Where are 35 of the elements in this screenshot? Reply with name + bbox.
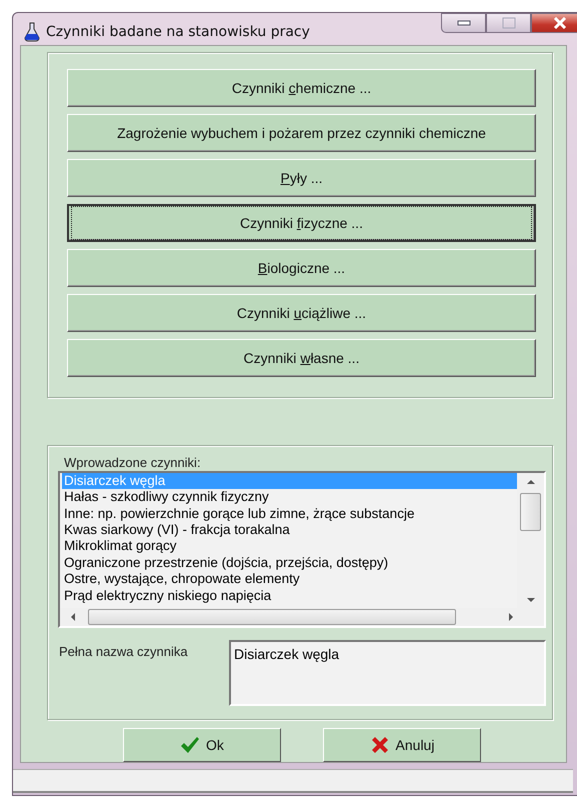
scroll-thumb[interactable] [88,608,456,625]
list-item[interactable]: Ograniczone przestrzenie (dojścia, przejścia, dostępy) [62,554,517,572]
maximize-button[interactable] [486,13,531,33]
maximize-icon [502,17,516,29]
full-name-field[interactable]: Disiarczek węgla [229,640,546,706]
list-item[interactable]: Ostre, wystające, chropowate elementy [62,571,517,588]
scroll-up-icon [526,478,536,485]
list-label: Wprowadzone czynniki: [64,454,202,471]
factor-button[interactable]: Zagrożenie wybuchem i pożarem przez czynniki chemiczne [67,114,536,152]
scroll-thumb[interactable] [520,492,541,531]
close-button[interactable] [531,13,577,33]
list-item[interactable]: Prąd elektryczny niskiego napięcia [62,588,517,604]
factor-button[interactable]: Biologiczne ... [67,248,536,287]
full-name-label: Pełna nazwa czynnika [59,644,189,661]
list-item[interactable]: Inne: np. powierzchnie gorące lub zimne, żrące substancje [62,506,517,522]
cancel-button[interactable]: Anuluj [323,728,481,762]
factor-button[interactable]: Pyły ... [67,158,536,197]
window-title: Czynniki badane na stanowisku pracy [46,24,310,40]
list-item[interactable]: Mikroklimat gorący [62,538,517,555]
minimize-button[interactable] [441,13,486,33]
factor-button[interactable]: Czynniki własne ... [67,338,536,377]
factor-button[interactable]: Czynniki uciążliwe ... [67,294,536,332]
minimize-icon [456,20,470,26]
factor-button[interactable]: Czynniki chemiczne ... [67,68,536,107]
checkmark-icon [180,736,200,754]
close-icon [553,17,567,29]
cross-icon [370,736,390,754]
factor-button[interactable]: Czynniki fizyczne ... [67,204,536,242]
scroll-down-icon [526,596,536,603]
scroll-right-icon [508,612,514,622]
list-item[interactable]: Hałas - szkodliwy czynnik fizyczny [62,489,517,506]
flask-icon [24,22,40,42]
scroll-left-icon [70,612,76,622]
ok-button[interactable]: Ok [123,728,281,762]
list-item[interactable]: Kwas siarkowy (VI) - frakcja torakalna [62,522,517,538]
